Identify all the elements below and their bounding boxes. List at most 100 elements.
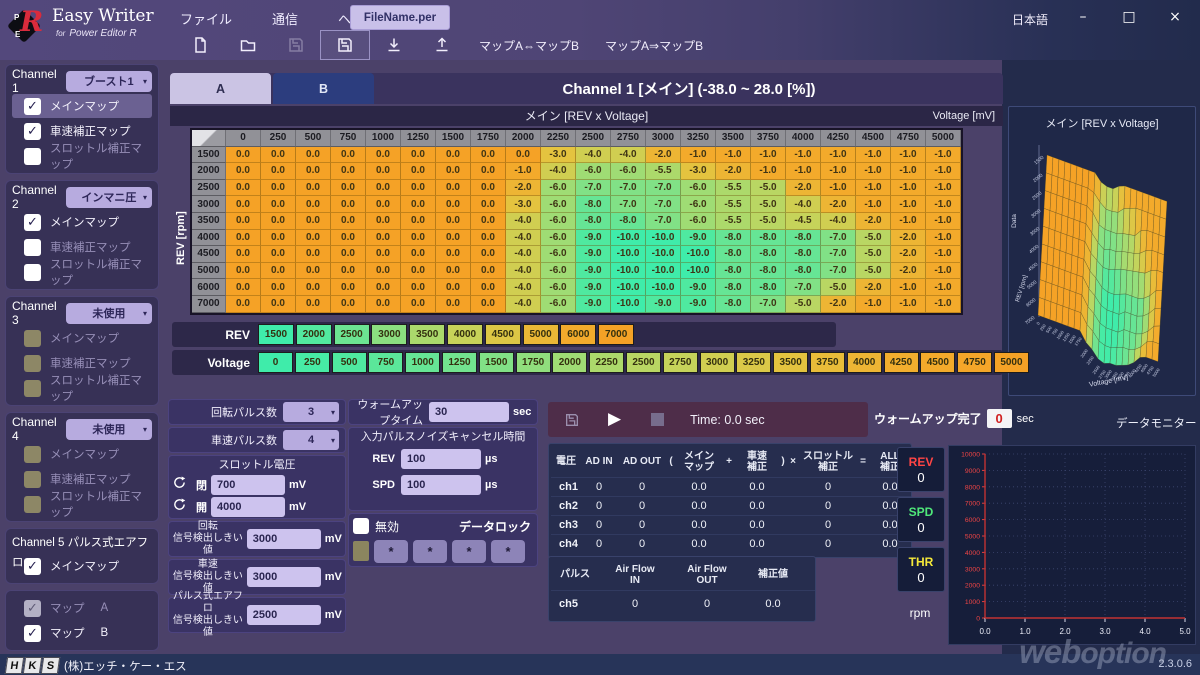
datalock-button-4[interactable]: *: [491, 540, 525, 563]
map-cell[interactable]: 0.0: [401, 263, 436, 280]
map-cell[interactable]: -1.0: [926, 263, 961, 280]
map-cell[interactable]: 0.0: [331, 263, 366, 280]
warmup-time-input[interactable]: [429, 402, 509, 422]
map-cell[interactable]: -1.0: [751, 163, 786, 180]
rev-scale-cell[interactable]: 2500: [334, 324, 370, 345]
map-cell[interactable]: 0.0: [436, 263, 471, 280]
rev-scale-cell[interactable]: 3500: [409, 324, 445, 345]
map-cell[interactable]: -1.0: [926, 230, 961, 247]
map-cell[interactable]: -10.0: [611, 279, 646, 296]
voltage-scale-cell[interactable]: 1500: [479, 352, 514, 373]
map-cell[interactable]: 0.0: [366, 279, 401, 296]
surface-plot[interactable]: 1500200025003000350040004500500060007000…: [1009, 131, 1195, 394]
menu-file[interactable]: ファイル: [176, 7, 236, 30]
map-cell[interactable]: -9.0: [646, 296, 681, 313]
map-cell[interactable]: 0.0: [471, 263, 506, 280]
voltage-scale-cell[interactable]: 250: [295, 352, 330, 373]
map-cell[interactable]: -9.0: [681, 230, 716, 247]
map-checkbox[interactable]: [24, 330, 41, 347]
map-cell[interactable]: -7.0: [821, 230, 856, 247]
map-cell[interactable]: 0.0: [331, 180, 366, 197]
map-cell[interactable]: 0.0: [261, 213, 296, 230]
map-cell[interactable]: -2.0: [716, 163, 751, 180]
map-cell[interactable]: -8.0: [716, 263, 751, 280]
rev-scale-cell[interactable]: 5000: [523, 324, 559, 345]
map-cell[interactable]: 0.0: [471, 279, 506, 296]
map-cell[interactable]: -8.0: [751, 279, 786, 296]
map-cell[interactable]: -1.0: [891, 163, 926, 180]
map-cell[interactable]: -1.0: [716, 147, 751, 164]
map-cell[interactable]: 0.0: [401, 246, 436, 263]
map-cell[interactable]: 0.0: [226, 213, 261, 230]
map-cell[interactable]: -1.0: [891, 196, 926, 213]
voltage-scale-cell[interactable]: 4750: [957, 352, 992, 373]
map-cell[interactable]: -9.0: [576, 296, 611, 313]
map-cell[interactable]: 0.0: [366, 296, 401, 313]
map-cell[interactable]: -1.0: [926, 163, 961, 180]
voltage-scale-cell[interactable]: 2250: [589, 352, 624, 373]
new-file-icon[interactable]: [176, 31, 224, 59]
menu-communication[interactable]: 通信: [268, 7, 302, 30]
map-cell[interactable]: -2.0: [856, 279, 891, 296]
map-cell[interactable]: 0.0: [436, 147, 471, 164]
map-cell[interactable]: 0.0: [506, 147, 541, 164]
map-checkbox[interactable]: ✓: [24, 98, 41, 115]
map-cell[interactable]: 0.0: [471, 196, 506, 213]
map-cell[interactable]: 0.0: [331, 230, 366, 247]
map-cell[interactable]: 0.0: [401, 279, 436, 296]
map-cell[interactable]: 0.0: [296, 213, 331, 230]
map-cell[interactable]: -6.0: [681, 196, 716, 213]
map-cell[interactable]: -2.0: [506, 180, 541, 197]
map-cell[interactable]: -10.0: [681, 246, 716, 263]
map-cell[interactable]: -7.0: [821, 246, 856, 263]
map-cell[interactable]: 0.0: [471, 296, 506, 313]
map-cell[interactable]: -8.0: [751, 246, 786, 263]
map-checkbox[interactable]: [24, 496, 41, 513]
voltage-scale-cell[interactable]: 3500: [773, 352, 808, 373]
rev-scale-cell[interactable]: 3000: [371, 324, 407, 345]
voltage-scale-cell[interactable]: 750: [368, 352, 403, 373]
map-cell[interactable]: -6.0: [541, 196, 576, 213]
map-cell[interactable]: 0.0: [331, 213, 366, 230]
map-cell[interactable]: -4.0: [611, 147, 646, 164]
voltage-scale-cell[interactable]: 3750: [810, 352, 845, 373]
maximize-button[interactable]: □: [1118, 7, 1140, 27]
voltage-scale-cell[interactable]: 4250: [884, 352, 919, 373]
map-cell[interactable]: -10.0: [646, 246, 681, 263]
map-cell[interactable]: -10.0: [646, 230, 681, 247]
minimize-button[interactable]: –: [1072, 7, 1094, 27]
map-cell[interactable]: 0.0: [471, 230, 506, 247]
map-cell[interactable]: -4.0: [506, 246, 541, 263]
map-cell[interactable]: 0.0: [226, 230, 261, 247]
map-cell[interactable]: -6.0: [541, 296, 576, 313]
map-cell[interactable]: 0.0: [261, 246, 296, 263]
map-cell[interactable]: 0.0: [331, 196, 366, 213]
map-cell[interactable]: -9.0: [576, 279, 611, 296]
channel-mode-dropdown[interactable]: インマニ圧▾: [66, 187, 152, 208]
save-log-icon[interactable]: [564, 412, 580, 428]
rev-threshold-input[interactable]: [247, 529, 321, 549]
rotation-pulse-dropdown[interactable]: 3 ▾: [283, 402, 339, 422]
map-cell[interactable]: -1.0: [856, 163, 891, 180]
noise-rev-input[interactable]: [401, 449, 481, 469]
voltage-scale-cell[interactable]: 500: [332, 352, 367, 373]
map-cell[interactable]: -4.0: [541, 163, 576, 180]
map-checkbox[interactable]: [24, 148, 41, 165]
map-cell[interactable]: 0.0: [366, 246, 401, 263]
map-cell[interactable]: 0.0: [331, 147, 366, 164]
map-cell[interactable]: -5.5: [716, 180, 751, 197]
map-cell[interactable]: 0.0: [471, 180, 506, 197]
map-cell[interactable]: -1.0: [891, 180, 926, 197]
map-cell[interactable]: 0.0: [296, 180, 331, 197]
save-as-icon[interactable]: [320, 30, 370, 60]
map-cell[interactable]: 0.0: [296, 246, 331, 263]
map-cell[interactable]: -1.0: [681, 147, 716, 164]
map-cell[interactable]: 0.0: [436, 279, 471, 296]
map-cell[interactable]: 0.0: [296, 147, 331, 164]
speed-threshold-input[interactable]: [247, 567, 321, 587]
map-cell[interactable]: -1.0: [891, 279, 926, 296]
map-cell[interactable]: -6.0: [541, 213, 576, 230]
map-cell[interactable]: -2.0: [856, 213, 891, 230]
map-cell[interactable]: -2.0: [891, 263, 926, 280]
map-cell[interactable]: 0.0: [296, 279, 331, 296]
